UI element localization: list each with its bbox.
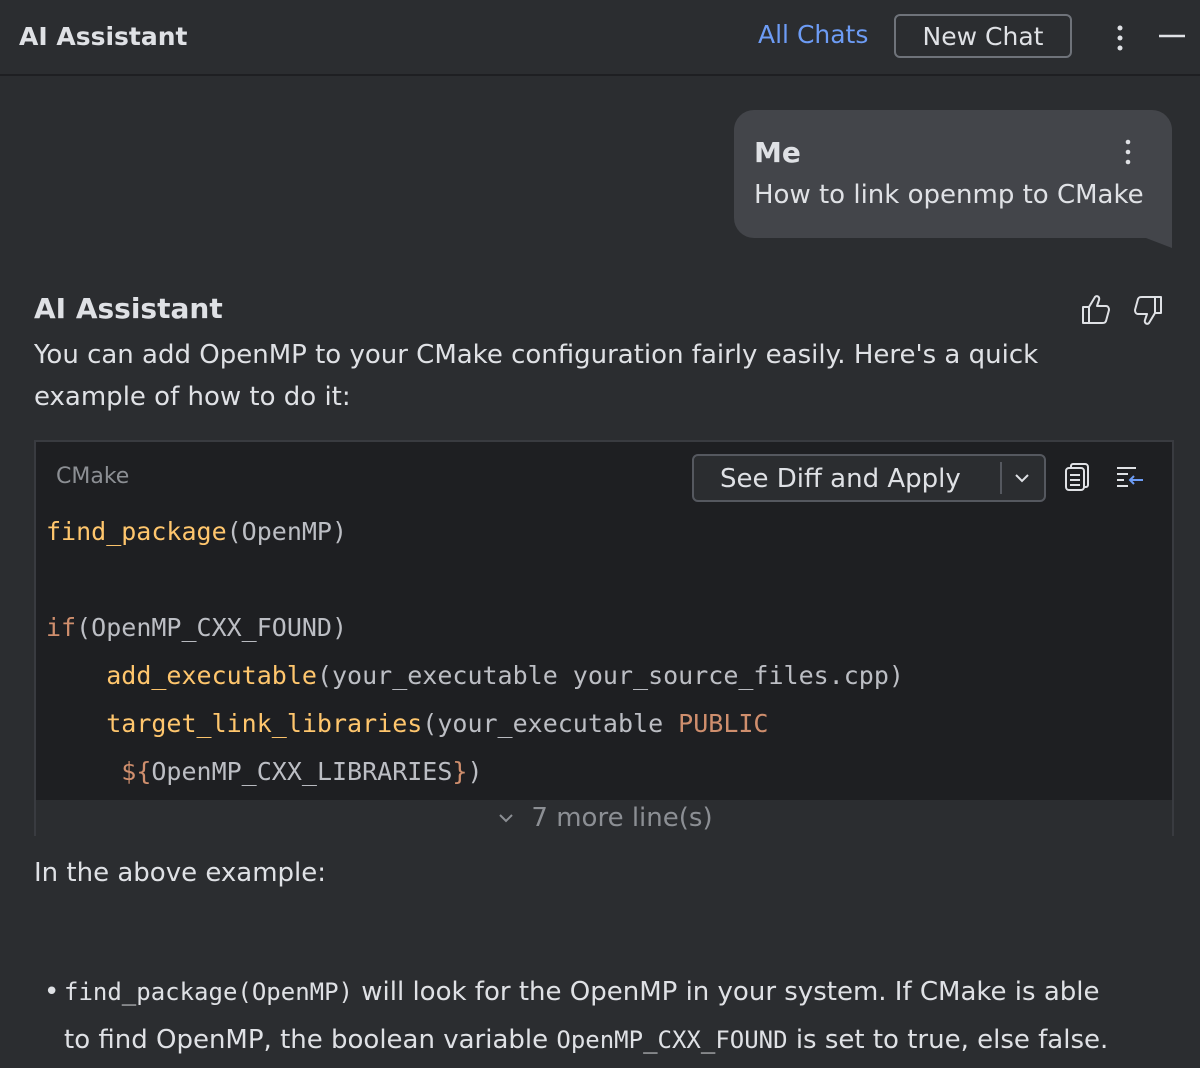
inline-code: find_package(OpenMP)	[64, 978, 353, 1006]
insert-at-caret-icon[interactable]	[1114, 462, 1146, 494]
list-item: • find_package(OpenMP) will look for the…	[44, 968, 1174, 1064]
user-message: Me How to link openmp to CMake	[734, 110, 1172, 248]
minimize-icon[interactable]	[1156, 22, 1188, 50]
code-block: CMake See Diff and Apply find_package(Op…	[34, 440, 1174, 836]
user-message-text: How to link openmp to CMake	[754, 180, 1144, 210]
chevron-down-icon	[499, 814, 514, 823]
assistant-author: AI Assistant	[34, 292, 223, 325]
new-chat-button[interactable]: New Chat	[894, 14, 1072, 58]
thumbs-up-icon[interactable]	[1078, 292, 1114, 328]
code-line: find_package(OpenMP)	[46, 517, 348, 546]
list-item-line: find_package(OpenMP) will look for the O…	[64, 977, 1100, 1007]
message-menu-icon[interactable]	[1114, 136, 1142, 168]
header: AI Assistant All Chats New Chat	[0, 0, 1200, 76]
bubble-tail	[1146, 238, 1172, 248]
chevron-down-icon[interactable]	[1010, 466, 1034, 490]
assistant-intro: You can add OpenMP to your CMake configu…	[34, 334, 1134, 418]
more-lines-label: 7 more line(s)	[531, 803, 713, 833]
code-content: find_package(OpenMP) if(OpenMP_CXX_FOUND…	[46, 508, 904, 796]
explanation-list: • find_package(OpenMP) will look for the…	[44, 968, 1174, 1064]
expand-more-lines-button[interactable]: 7 more line(s)	[36, 800, 1172, 836]
code-line: target_link_libraries(your_executable PU…	[106, 709, 769, 738]
code-line: ${OpenMP_CXX_LIBRARIES})	[121, 757, 483, 786]
copy-icon[interactable]	[1062, 462, 1092, 494]
panel-title: AI Assistant	[19, 22, 188, 51]
explanation-heading: In the above example:	[34, 858, 327, 888]
see-diff-apply-button[interactable]: See Diff and Apply	[692, 454, 1046, 502]
code-line: if(OpenMP_CXX_FOUND)	[46, 613, 348, 642]
intro-line: You can add OpenMP to your CMake configu…	[34, 340, 1039, 370]
bullet-dot: •	[44, 977, 60, 1007]
user-author: Me	[754, 136, 801, 169]
button-separator	[1000, 462, 1002, 494]
more-vertical-icon[interactable]	[1106, 20, 1134, 56]
all-chats-link[interactable]: All Chats	[758, 20, 868, 49]
thumbs-down-icon[interactable]	[1130, 292, 1166, 328]
code-language-label: CMake	[56, 464, 130, 489]
see-diff-apply-label: See Diff and Apply	[720, 464, 961, 494]
intro-line: example of how to do it:	[34, 382, 351, 412]
code-line: add_executable(your_executable your_sour…	[106, 661, 904, 690]
list-item-line: to find OpenMP, the boolean variable Ope…	[64, 1025, 1109, 1055]
inline-code: OpenMP_CXX_FOUND	[556, 1026, 788, 1054]
